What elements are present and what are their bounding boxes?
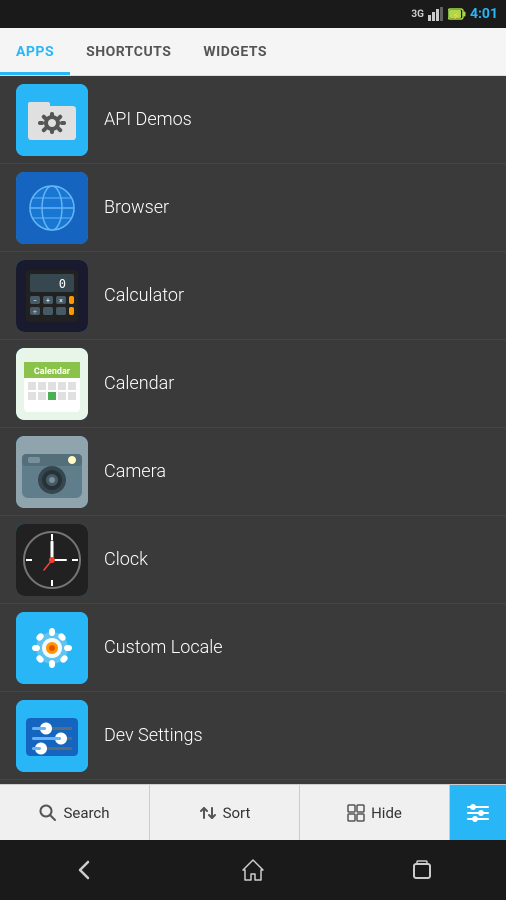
sort-button[interactable]: Sort (150, 785, 300, 840)
app-item-custom-locale[interactable]: Custom Locale (0, 604, 506, 692)
app-icon-dev-settings (16, 700, 88, 772)
hide-label: Hide (371, 804, 402, 822)
app-item-api-demos[interactable]: API Demos (0, 76, 506, 164)
home-button[interactable] (223, 850, 283, 890)
app-icon-api-demos (16, 84, 88, 156)
search-icon (39, 804, 57, 822)
app-list: API Demos Browser 0 (0, 76, 506, 784)
svg-text:+: + (46, 297, 50, 305)
app-name-calculator: Calculator (104, 285, 184, 306)
app-name-calendar: Calendar (104, 373, 174, 394)
search-label: Search (63, 804, 109, 822)
recents-icon (408, 856, 436, 884)
home-icon (239, 856, 267, 884)
svg-text:Calendar: Calendar (34, 367, 71, 377)
status-time: 4:01 (470, 6, 498, 22)
app-icon-custom-locale (16, 612, 88, 684)
app-name-camera: Camera (104, 461, 166, 482)
svg-text:−: − (33, 297, 37, 305)
app-name-custom-locale: Custom Locale (104, 637, 223, 658)
sort-label: Sort (223, 804, 251, 822)
sort-icon (199, 804, 217, 822)
app-name-clock: Clock (104, 549, 148, 570)
sliders-icon (465, 800, 491, 826)
status-bar: 3G ⚡ 4:01 (0, 0, 506, 28)
bottom-action-bar: Search Sort Hide (0, 784, 506, 840)
app-item-browser[interactable]: Browser (0, 164, 506, 252)
app-icon-clock (16, 524, 88, 596)
svg-text:÷: ÷ (33, 308, 37, 316)
recents-button[interactable] (392, 850, 452, 890)
app-item-camera[interactable]: Camera (0, 428, 506, 516)
app-icon-camera (16, 436, 88, 508)
network-indicator: 3G (411, 9, 424, 20)
tab-shortcuts[interactable]: SHORTCUTS (70, 32, 187, 75)
app-item-calculator[interactable]: 0 − + × ÷ Calculator (0, 252, 506, 340)
back-icon (70, 856, 98, 884)
hide-button[interactable]: Hide (300, 785, 450, 840)
svg-text:⚡: ⚡ (452, 11, 461, 20)
search-button[interactable]: Search (0, 785, 150, 840)
battery-icon: ⚡ (448, 8, 466, 20)
back-button[interactable] (54, 850, 114, 890)
app-icon-calendar: Calendar (16, 348, 88, 420)
app-name-browser: Browser (104, 197, 169, 218)
app-item-clock[interactable]: Clock (0, 516, 506, 604)
tab-apps[interactable]: APPS (0, 32, 70, 75)
dev-settings-shortcut[interactable] (450, 785, 506, 840)
app-item-calendar[interactable]: Calendar Calendar (0, 340, 506, 428)
signal-icon (428, 7, 444, 21)
hide-icon (347, 804, 365, 822)
app-icon-calculator: 0 − + × ÷ (16, 260, 88, 332)
svg-text:×: × (59, 297, 63, 305)
tab-bar: APPS SHORTCUTS WIDGETS (0, 28, 506, 76)
tab-widgets[interactable]: WIDGETS (187, 32, 283, 75)
svg-text:0: 0 (59, 277, 66, 291)
app-name-dev-settings: Dev Settings (104, 725, 203, 746)
app-item-dev-settings[interactable]: Dev Settings (0, 692, 506, 780)
navigation-bar (0, 840, 506, 900)
app-icon-browser (16, 172, 88, 244)
app-name-api-demos: API Demos (104, 109, 192, 130)
